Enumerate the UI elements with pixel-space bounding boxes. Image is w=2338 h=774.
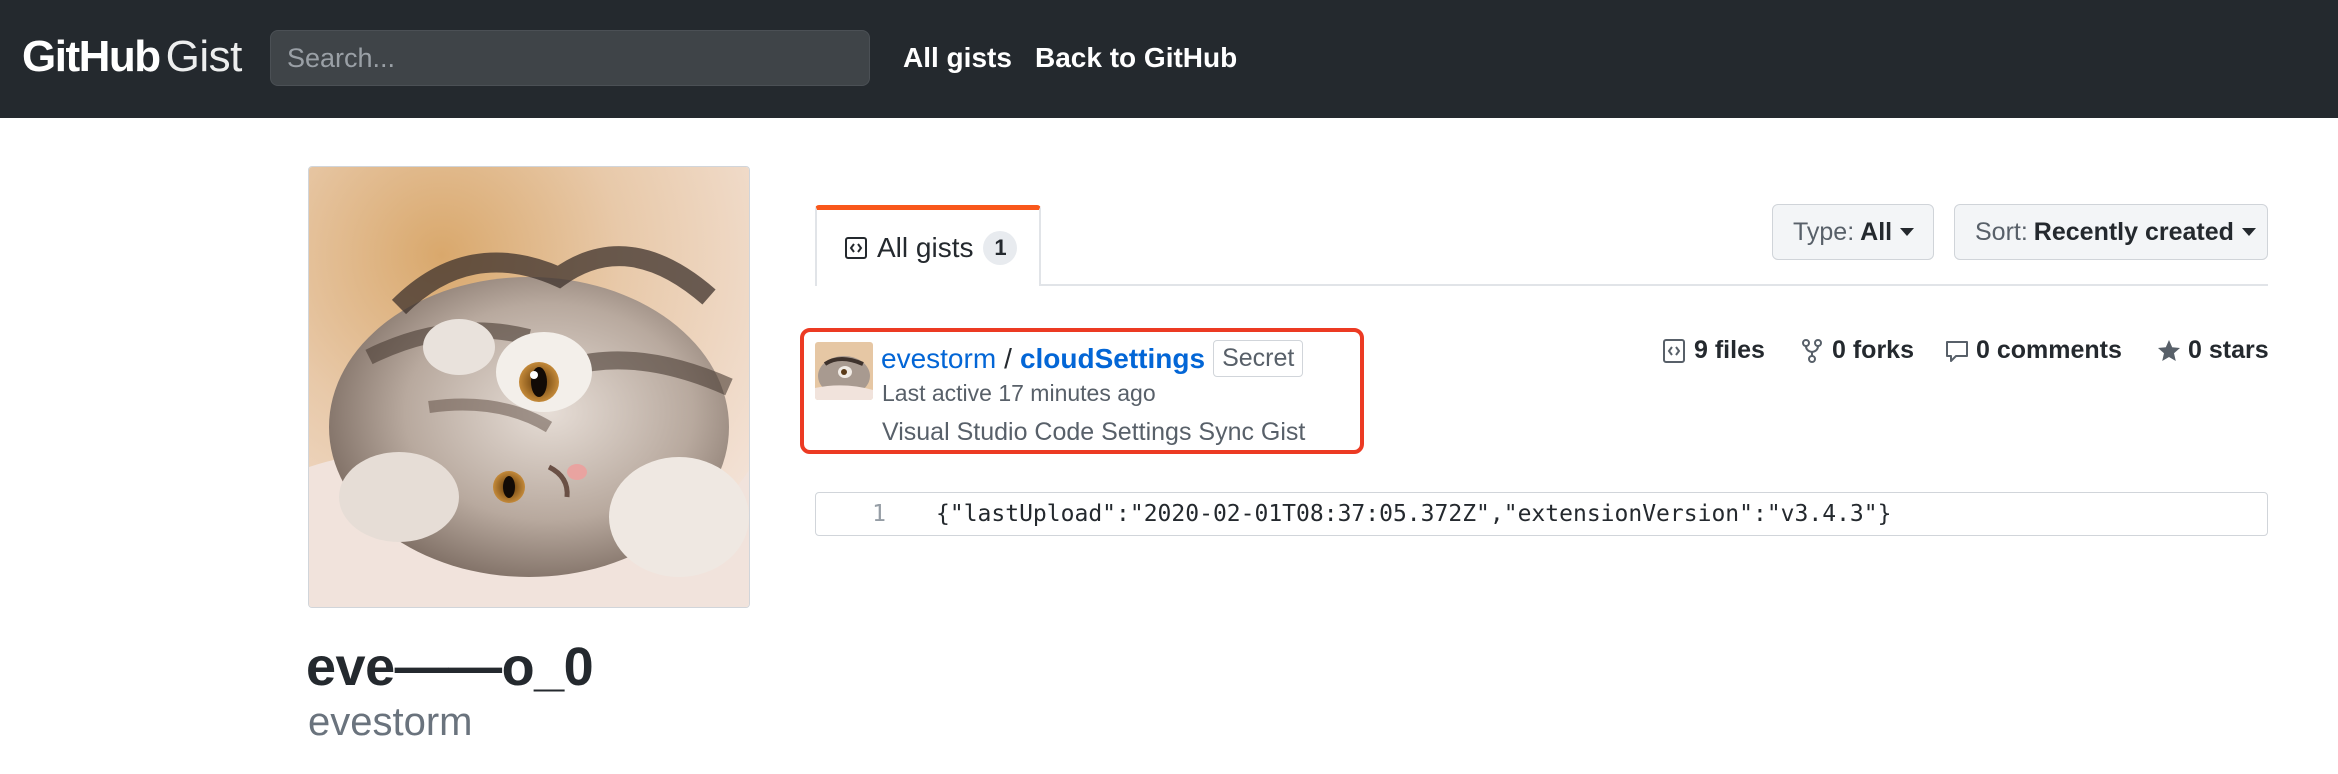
search-box[interactable] <box>270 30 870 86</box>
cat-thumbnail <box>815 342 873 400</box>
gist-title: evestorm / cloudSettings Secret <box>881 340 1304 377</box>
stat-stars[interactable]: 0 stars <box>2156 336 2269 365</box>
logo-gist-text: Gist <box>165 32 243 81</box>
stars-count: 0 stars <box>2188 336 2269 364</box>
type-filter-button[interactable]: Type: All <box>1772 204 1934 260</box>
gist-name-link[interactable]: cloudSettings <box>1020 343 1205 375</box>
cat-photo <box>309 167 749 607</box>
line-number: 1 <box>872 501 886 527</box>
forks-link[interactable]: 0 forks <box>1800 336 1914 365</box>
gist-last-active: Last active 17 minutes ago <box>882 380 1156 406</box>
code-square-icon <box>845 237 867 259</box>
files-link[interactable]: 9 files <box>1662 336 1765 365</box>
tab-all-gists[interactable]: All gists 1 <box>815 205 1041 286</box>
secret-badge: Secret <box>1213 340 1304 377</box>
logo-github-text: GitHub <box>22 32 161 81</box>
gist-owner-link[interactable]: evestorm <box>881 343 996 375</box>
profile-login: evestorm <box>308 700 473 744</box>
stat-forks[interactable]: 0 forks <box>1800 336 1914 365</box>
type-filter-value: All <box>1860 217 1893 246</box>
gist-title-separator: / <box>1004 342 1012 374</box>
nav-back-to-github[interactable]: Back to GitHub <box>1035 42 1237 74</box>
type-filter-label: Type: <box>1793 217 1855 246</box>
sort-value: Recently created <box>2033 217 2234 246</box>
gist-description: Visual Studio Code Settings Sync Gist <box>882 418 1306 446</box>
stat-comments[interactable]: 0 comments <box>1944 336 2122 365</box>
gist-owner-avatar[interactable] <box>815 342 873 400</box>
code-line: {"lastUpload":"2020-02-01T08:37:05.372Z"… <box>936 501 1892 527</box>
gist-counter: 1 <box>983 231 1018 265</box>
star-icon <box>2156 338 2180 364</box>
comment-icon <box>1944 338 1968 364</box>
forks-count: 0 forks <box>1832 336 1914 364</box>
search-input[interactable] <box>271 31 869 85</box>
profile-display-name: eve——o_0 <box>306 637 594 697</box>
files-count: 9 files <box>1694 336 1765 364</box>
profile-avatar[interactable] <box>308 166 750 608</box>
caret-down-icon <box>1900 228 1915 236</box>
sort-button[interactable]: Sort: Recently created <box>1954 204 2268 260</box>
gist-code-preview[interactable]: 1 {"lastUpload":"2020-02-01T08:37:05.372… <box>815 492 2268 536</box>
fork-icon <box>1800 338 1824 364</box>
caret-down-icon <box>2241 228 2256 236</box>
nav-all-gists[interactable]: All gists <box>903 42 1012 74</box>
github-gist-logo[interactable]: GitHub Gist <box>22 32 242 82</box>
comments-count: 0 comments <box>1976 336 2122 364</box>
comments-link[interactable]: 0 comments <box>1944 336 2122 365</box>
stars-link[interactable]: 0 stars <box>2156 336 2269 365</box>
code-file-icon <box>1662 338 1686 364</box>
top-header: GitHub Gist All gists Back to GitHub <box>0 0 2338 118</box>
sort-label: Sort: <box>1975 217 2028 246</box>
stat-files[interactable]: 9 files <box>1662 336 1765 365</box>
tab-label: All gists <box>877 232 974 263</box>
